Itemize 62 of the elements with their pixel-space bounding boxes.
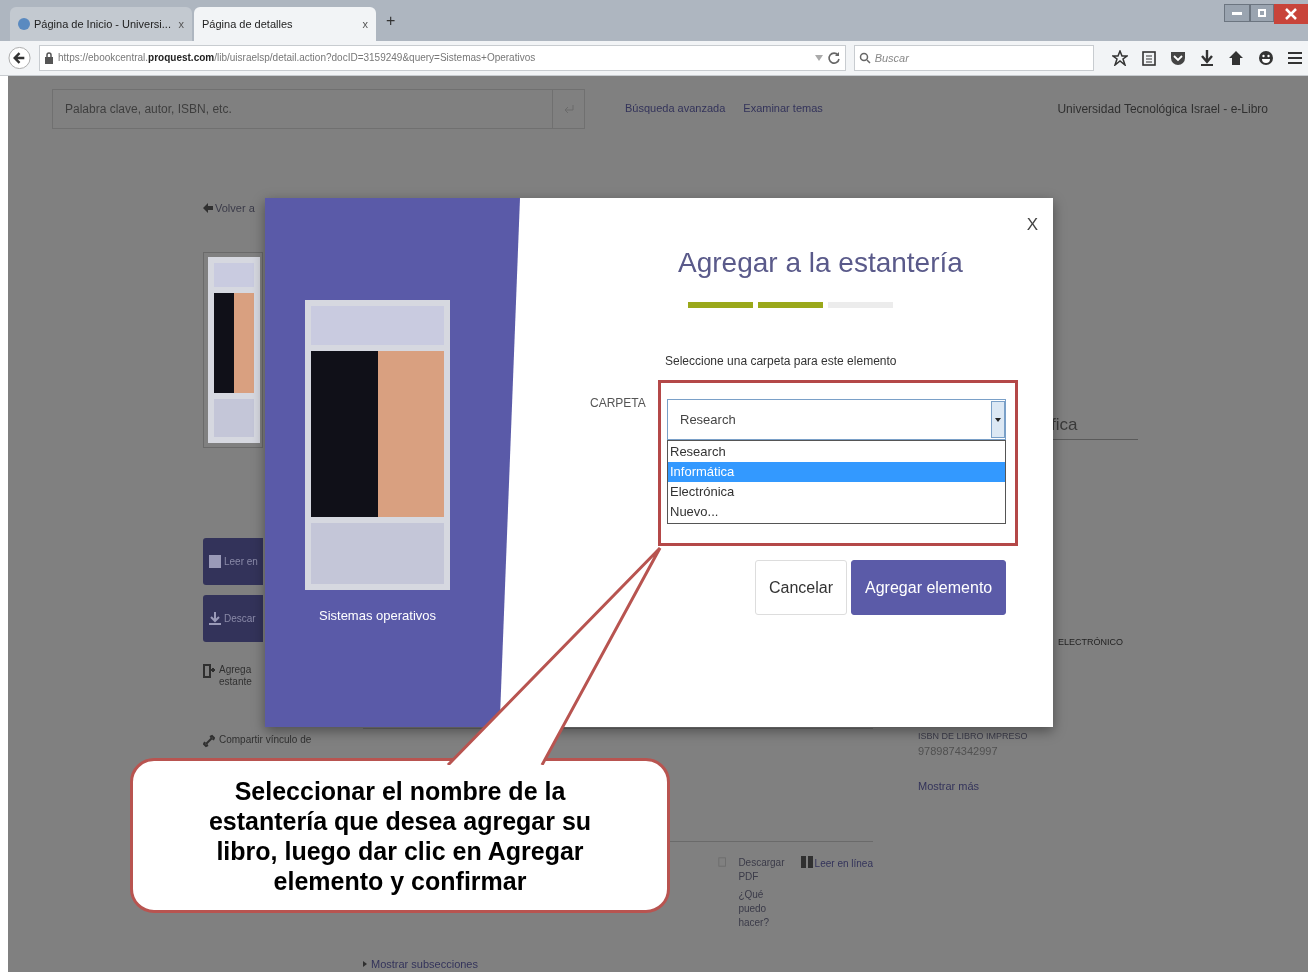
clipboard-icon[interactable] — [1142, 49, 1156, 66]
reload-icon[interactable] — [826, 50, 841, 65]
isbn-label: ISBN DE LIBRO IMPRESO — [918, 729, 1029, 743]
download-pdf-link[interactable]: Descargar PDF — [738, 855, 789, 884]
modal-title: Agregar a la estantería — [678, 246, 964, 280]
nav-link[interactable]: Examinar temas — [743, 100, 823, 117]
book-title: Sistemas operativos — [318, 607, 437, 625]
lock-icon — [44, 51, 55, 64]
read-online-link[interactable]: Leer en línea — [814, 855, 873, 871]
close-button[interactable]: X — [1026, 212, 1038, 238]
book-icon — [800, 855, 813, 868]
dropdown-option[interactable]: Nuevo... — [668, 502, 1005, 522]
url-field[interactable]: https://ebookcentral.proquest.com/lib/uisraelsp/detail.action?docID=3159249&query=Sistemas+Operativos — [39, 44, 846, 71]
dropdown-option[interactable]: Research — [668, 442, 1005, 462]
search-field[interactable]: Buscar — [853, 44, 1094, 71]
action-button[interactable]: Descar — [203, 595, 263, 642]
new-tab-button[interactable]: + — [386, 9, 396, 34]
book-icon — [209, 555, 221, 568]
folder-select[interactable]: Research — [667, 399, 1006, 440]
download-icon[interactable] — [1200, 49, 1214, 66]
browser-tab[interactable]: Página de Inicio - Universi... x — [10, 7, 192, 42]
help-link[interactable]: ¿Qué puedo hacer? — [738, 887, 789, 930]
browser-tab[interactable]: Página de detalles x — [194, 7, 376, 42]
show-more-link[interactable]: Mostrar más — [918, 777, 1138, 794]
home-icon[interactable] — [1228, 49, 1244, 66]
menu-icon[interactable] — [1288, 50, 1302, 65]
smiley-icon[interactable] — [1258, 49, 1274, 66]
star-icon[interactable] — [1112, 49, 1128, 66]
globe-icon — [18, 18, 30, 31]
close-icon[interactable]: x — [362, 16, 368, 33]
url-text: https://ebookcentral.proquest.com/lib/uisraelsp/detail.action?docID=3159249&query=Sistemas+Operativos — [58, 51, 537, 66]
cancel-button[interactable]: Cancelar — [755, 560, 848, 615]
restore-icon[interactable] — [1250, 4, 1274, 22]
dropdown-option[interactable]: Informática — [668, 462, 1005, 482]
download-icon — [209, 612, 221, 625]
action-button[interactable]: Leer en — [203, 538, 263, 585]
nav-link[interactable]: Búsqueda avanzada — [625, 100, 726, 117]
minimize-icon[interactable] — [1224, 4, 1250, 22]
caret-icon — [363, 960, 367, 967]
folder-label: CARPETA — [590, 395, 647, 412]
back-link[interactable]: Volver a — [215, 199, 255, 216]
add-item-button[interactable]: Agregar elemento — [851, 560, 1007, 615]
show-subsections-link[interactable]: Mostrar subsecciones — [371, 955, 478, 972]
section-heading: fica — [1051, 414, 1078, 434]
close-icon[interactable] — [1274, 4, 1308, 24]
keyword-search-field[interactable]: Palabra clave, autor, ISBN, etc. — [52, 88, 585, 129]
back-arrow-icon — [203, 202, 213, 213]
close-icon[interactable]: x — [178, 16, 184, 33]
search-icon — [858, 51, 871, 64]
add-book-icon — [203, 664, 215, 678]
tab-title: Página de detalles — [202, 17, 294, 33]
back-icon[interactable] — [8, 45, 32, 70]
tab-title: Página de Inicio - Universi... — [34, 17, 172, 33]
link-icon — [203, 734, 215, 748]
callout-text: Seleccionar el nombre de la estantería que desea agregar su libro, luego dar clic en Agregar elemento y confirmar — [207, 775, 593, 896]
action-link[interactable]: Agrega estante — [219, 664, 261, 688]
institution-name: Universidad Tecnológica Israel - e-Libro — [1057, 100, 1268, 118]
format-label: ELECTRÓNICO — [1057, 636, 1124, 649]
action-link[interactable]: Compartir vínculo de — [219, 734, 312, 746]
folder-prompt: Seleccione una carpeta para este elemento — [665, 353, 898, 370]
shield-icon[interactable] — [1170, 49, 1186, 66]
dropdown-option[interactable]: Electrónica — [668, 482, 1005, 502]
